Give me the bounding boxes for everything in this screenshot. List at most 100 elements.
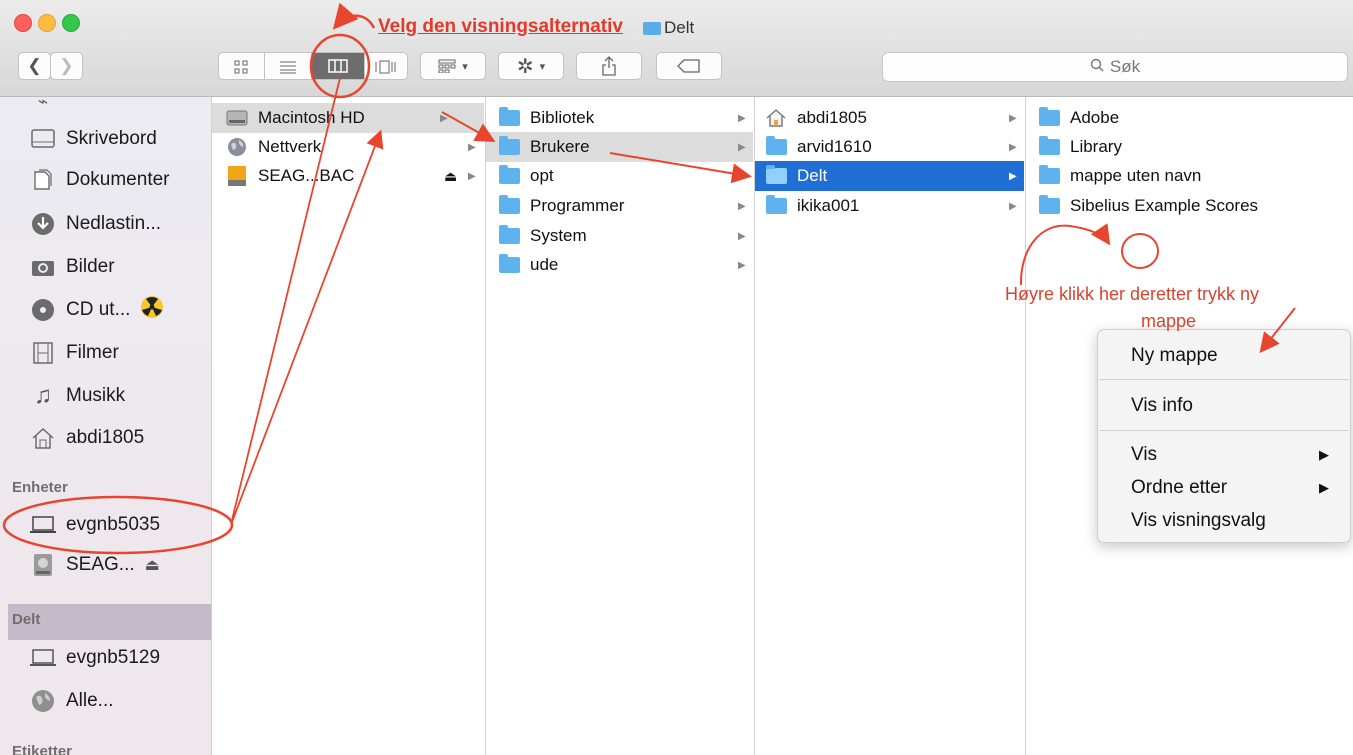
sidebar-item-label: Bilder (66, 256, 115, 277)
arrange-grid-icon (438, 59, 456, 73)
browser-column-2: Bibliotek ▶ Brukere ▶ opt ▶ Programmer ▶… (486, 97, 755, 755)
list-view-icon (280, 61, 296, 74)
sidebar-item-evgnb5129[interactable]: evgnb5129 (30, 645, 160, 671)
column-item-label: SEAG...BAC (258, 166, 355, 185)
hard-drive-icon (226, 109, 248, 127)
share-icon (602, 56, 616, 76)
gear-icon: ✲ (516, 55, 534, 78)
column-row-seagate[interactable]: SEAG...BAC ⏏ ▶ (212, 161, 484, 191)
menu-item-view-options[interactable]: Vis visningsvalg (1131, 510, 1266, 532)
sidebar: ⌁ Skrivebord Dokumenter Nedlastin... Bil… (0, 97, 212, 755)
library-folder-icon (498, 107, 520, 127)
browser-column-3: abdi1805 ▶ arvid1610 ▶ Delt ▶ ikika001 ▶ (755, 97, 1026, 755)
sidebar-heading-shared: Delt (12, 611, 41, 628)
column-item-label: Library (1070, 137, 1122, 156)
chevron-left-icon: ❮ (27, 56, 42, 75)
column-row-bibliotek[interactable]: Bibliotek ▶ (486, 103, 753, 133)
forward-button[interactable]: ❯ (50, 52, 83, 80)
annotation-right-click-2: mappe (1141, 311, 1197, 331)
disclosure-arrow-icon: ▶ (1009, 200, 1017, 212)
column-row-opt[interactable]: opt ▶ (486, 161, 753, 191)
column-row-macintosh-hd[interactable]: Macintosh HD ▶ (212, 103, 484, 133)
zoom-window-button[interactable] (62, 14, 80, 32)
sidebar-item-label: Musikk (66, 385, 126, 406)
sidebar-item-label: CD ut... (66, 299, 131, 320)
sidebar-item-cd[interactable]: CD ut... (30, 295, 164, 325)
column-row-adobe[interactable]: Adobe (1026, 103, 1353, 133)
column-row-sibelius[interactable]: Sibelius Example Scores (1026, 191, 1353, 221)
chevron-right-icon: ❯ (59, 56, 74, 75)
column-row-abdi1805[interactable]: abdi1805 ▶ (755, 103, 1024, 133)
column-view-icon (328, 59, 348, 73)
sidebar-heading-tags: Etiketter (12, 743, 73, 755)
downloads-icon (30, 213, 56, 235)
icon-grid-icon (234, 60, 248, 74)
disclosure-arrow-icon: ▶ (738, 200, 746, 212)
icon-view-button[interactable] (218, 53, 264, 81)
sidebar-item-downloads[interactable]: Nedlastin... (30, 211, 161, 237)
column-row-mappe-uten-navn[interactable]: mappe uten navn (1026, 161, 1353, 191)
column-row-system[interactable]: System ▶ (486, 221, 753, 251)
sidebar-item-all[interactable]: Alle... (30, 688, 114, 714)
desktop-icon (30, 128, 56, 150)
column-item-label: Bibliotek (530, 108, 595, 127)
folder-icon (765, 165, 787, 185)
menu-separator (1099, 379, 1349, 380)
column-row-library[interactable]: Library (1026, 132, 1353, 162)
annotation-right-click: Høyre klikk her deretter trykk ny (1005, 284, 1260, 304)
column-item-label: ikika001 (797, 196, 860, 215)
column-item-label: abdi1805 (797, 108, 867, 127)
eject-icon[interactable]: ⏏ (444, 168, 457, 185)
column-view-button[interactable] (312, 53, 364, 79)
column-row-network[interactable]: Nettverk ▶ (212, 132, 484, 162)
folder-icon (1038, 136, 1060, 156)
sidebar-item-label: abdi1805 (66, 427, 145, 448)
folder-icon (765, 136, 787, 156)
tag-button[interactable] (656, 52, 722, 80)
column-row-programmer[interactable]: Programmer ▶ (486, 191, 753, 221)
list-view-button[interactable] (265, 53, 311, 81)
disclosure-arrow-icon: ▶ (468, 170, 476, 182)
documents-icon (30, 169, 56, 191)
column-row-ikika001[interactable]: ikika001 ▶ (755, 191, 1024, 221)
eject-icon[interactable]: ⏏ (145, 555, 160, 575)
search-field[interactable]: Søk (882, 52, 1348, 82)
column-row-brukere[interactable]: Brukere ▶ (486, 132, 753, 162)
menu-item-view[interactable]: Vis (1131, 444, 1157, 466)
menu-item-new-folder[interactable]: Ny mappe (1131, 345, 1218, 367)
search-placeholder: Søk (1109, 57, 1141, 76)
column-item-label: Nettverk (258, 137, 322, 156)
sidebar-item-evgnb5035[interactable]: evgnb5035 (30, 512, 160, 538)
disclosure-arrow-icon: ▶ (1009, 170, 1017, 182)
disc-icon (30, 299, 56, 321)
coverflow-view-button[interactable] (365, 53, 407, 81)
burn-icon[interactable] (140, 295, 164, 325)
column-item-label: Programmer (530, 196, 625, 215)
submenu-arrow-icon: ▶ (1319, 480, 1329, 495)
users-folder-icon (498, 136, 520, 156)
sidebar-item-pictures[interactable]: Bilder (30, 254, 115, 280)
sidebar-item-documents[interactable]: Dokumenter (30, 167, 170, 193)
sidebar-item-partial[interactable]: ⌁ (30, 97, 56, 115)
column-row-ude[interactable]: ude ▶ (486, 250, 753, 280)
column-row-arvid1610[interactable]: arvid1610 ▶ (755, 132, 1024, 162)
arrange-button[interactable]: ▾ (420, 52, 486, 80)
sidebar-item-home[interactable]: abdi1805 (30, 425, 144, 451)
minimize-window-button[interactable] (38, 14, 56, 32)
share-button[interactable] (576, 52, 642, 80)
sidebar-item-label: Dokumenter (66, 169, 170, 190)
sidebar-item-movies[interactable]: Filmer (30, 340, 119, 366)
column-row-delt[interactable]: Delt ▶ (755, 161, 1024, 191)
menu-item-get-info[interactable]: Vis info (1131, 395, 1193, 417)
sidebar-item-desktop[interactable]: Skrivebord (30, 126, 157, 152)
back-button[interactable]: ❮ (18, 52, 51, 80)
action-button[interactable]: ✲ ▾ (498, 52, 564, 80)
sidebar-item-seagate[interactable]: SEAG... ⏏ (30, 552, 160, 578)
laptop-icon (30, 647, 56, 669)
menu-item-arrange-by[interactable]: Ordne etter (1131, 477, 1227, 499)
globe-icon (30, 690, 56, 712)
folder-icon (1038, 165, 1060, 185)
close-window-button[interactable] (14, 14, 32, 32)
column-item-label: System (530, 226, 587, 245)
sidebar-item-music[interactable]: ♫ Musikk (30, 382, 126, 409)
